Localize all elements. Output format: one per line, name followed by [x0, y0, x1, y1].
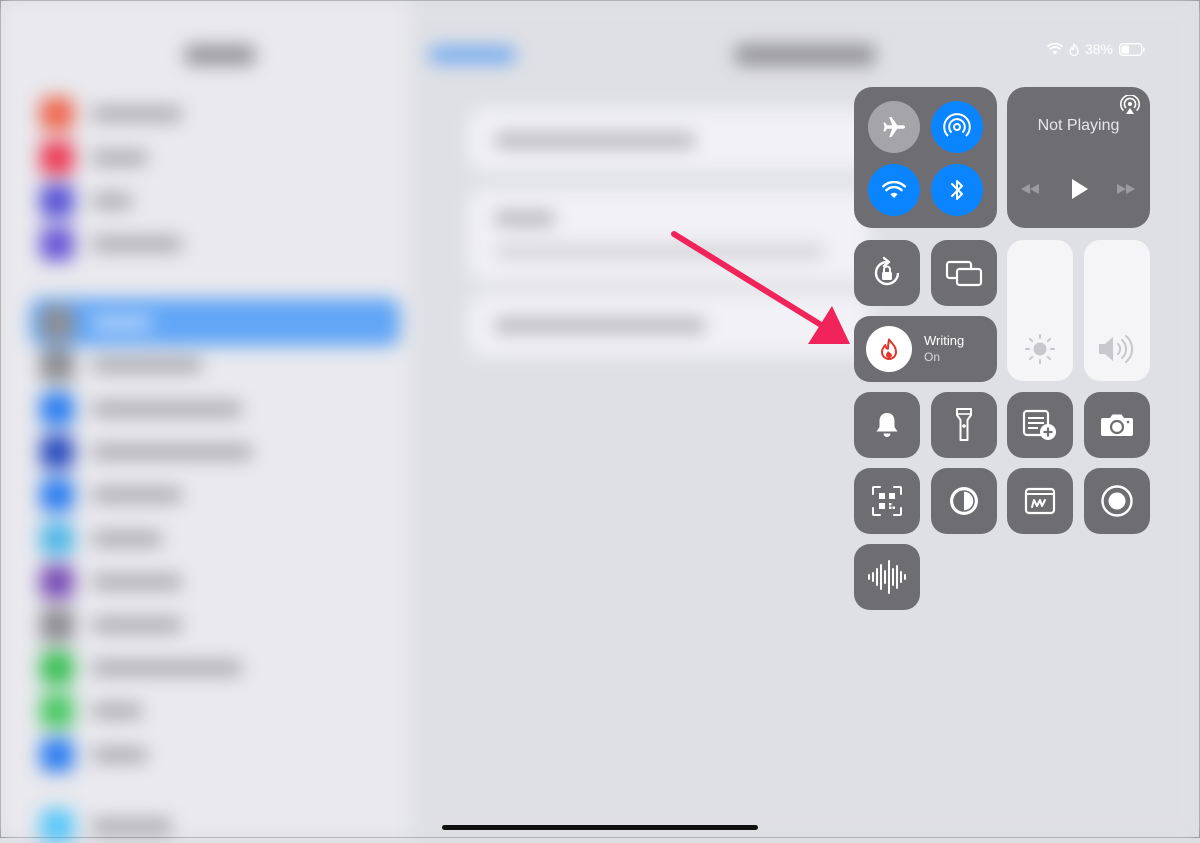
- silent-mode-button[interactable]: [854, 392, 920, 458]
- quick-note-icon: [1022, 408, 1058, 442]
- focus-icon-circle: [866, 326, 912, 372]
- airplane-mode-button[interactable]: [868, 101, 920, 153]
- screen-recording-button[interactable]: [1084, 468, 1150, 534]
- screen-mirroring-button[interactable]: [931, 240, 997, 306]
- focus-mode-name: Writing: [924, 333, 965, 348]
- focus-mode-state: On: [924, 350, 941, 364]
- markup-button[interactable]: [1007, 468, 1073, 534]
- rotation-lock-icon: [869, 255, 905, 291]
- fast-forward-icon[interactable]: [1115, 182, 1137, 196]
- camera-icon: [1100, 412, 1134, 438]
- volume-slider[interactable]: [1084, 240, 1150, 381]
- airdrop-button[interactable]: [931, 101, 983, 153]
- play-icon[interactable]: [1069, 178, 1089, 200]
- voice-memos-button[interactable]: [854, 544, 920, 610]
- airdrop-icon: [943, 113, 971, 141]
- connectivity-module: [854, 87, 997, 228]
- now-playing-label: Not Playing: [1037, 117, 1120, 134]
- qr-code-scanner-icon: [871, 485, 903, 517]
- focus-writing-tile[interactable]: Writing On: [854, 316, 997, 382]
- bell-icon: [874, 411, 900, 439]
- airplane-mode-icon: [881, 114, 907, 140]
- brightness-slider[interactable]: [1007, 240, 1073, 381]
- voice-memos-icon: [866, 559, 908, 595]
- now-playing-module[interactable]: Not Playing: [1007, 87, 1150, 228]
- battery-percentage: 38%: [1084, 41, 1113, 57]
- battery-icon: [1119, 42, 1145, 56]
- airplay-icon[interactable]: [1120, 95, 1140, 115]
- quick-note-button[interactable]: [1007, 392, 1073, 458]
- wifi-icon: [882, 181, 906, 199]
- sun-icon: [1023, 332, 1057, 366]
- flashlight-icon: [955, 407, 973, 443]
- home-indicator[interactable]: [442, 825, 758, 830]
- status-bar: 38%: [1046, 41, 1145, 57]
- screen-mirroring-icon: [945, 258, 983, 288]
- flame-icon: [880, 338, 898, 360]
- screen-recording-icon: [1100, 484, 1134, 518]
- markup-icon: [1024, 487, 1056, 515]
- dark-mode-button[interactable]: [931, 468, 997, 534]
- wifi-icon: [1046, 43, 1063, 55]
- dark-mode-icon: [947, 484, 981, 518]
- bluetooth-icon: [949, 177, 965, 203]
- flashlight-button[interactable]: [931, 392, 997, 458]
- annotation-arrow: [668, 226, 858, 356]
- qr-code-scanner-button[interactable]: [854, 468, 920, 534]
- rotation-lock-button[interactable]: [854, 240, 920, 306]
- camera-button[interactable]: [1084, 392, 1150, 458]
- focus-flame-icon: [1069, 42, 1079, 56]
- speaker-icon: [1097, 334, 1137, 364]
- wifi-button[interactable]: [868, 164, 920, 216]
- bluetooth-button[interactable]: [931, 164, 983, 216]
- rewind-icon[interactable]: [1019, 182, 1041, 196]
